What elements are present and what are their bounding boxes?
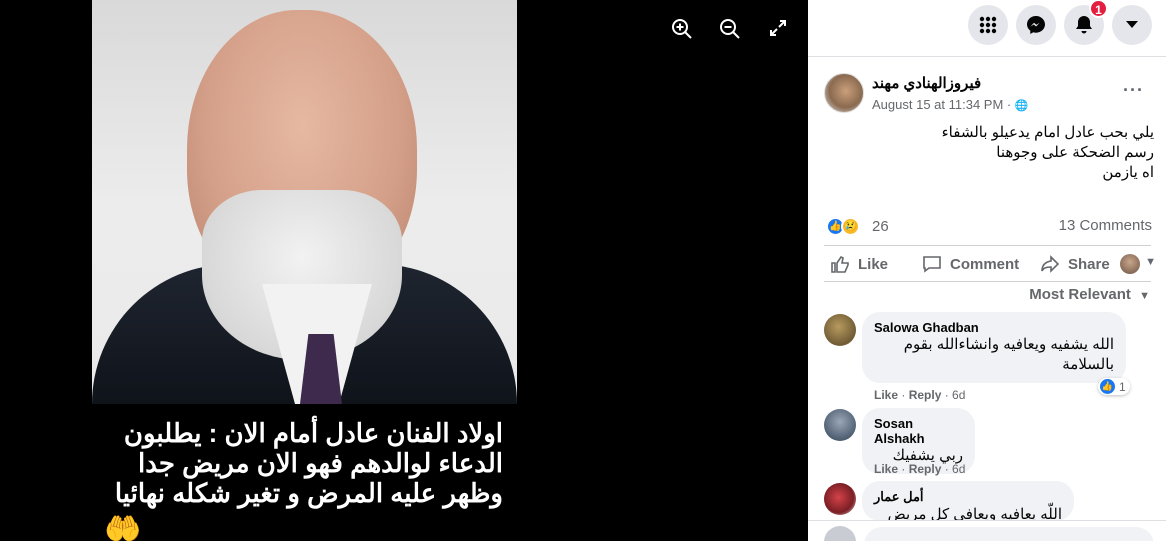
commenter-avatar[interactable] — [824, 409, 856, 441]
bell-icon — [1076, 16, 1092, 34]
comment-actions: Like · Reply · 6d — [874, 388, 966, 402]
commenter-name[interactable]: Salowa Ghadban — [874, 320, 1114, 335]
messenger-button[interactable] — [1016, 5, 1056, 45]
post-actions: Like Comment Share — [824, 248, 1164, 280]
post-text-line: اه يازمن — [1102, 164, 1154, 181]
account-button[interactable] — [1112, 5, 1152, 45]
menu-button[interactable] — [968, 5, 1008, 45]
viewer-avatar[interactable] — [1120, 254, 1140, 274]
sort-label: Most Relevant — [1029, 286, 1131, 303]
post-text-line: رسم الضحكة على وجوهنا — [996, 144, 1154, 161]
comment-reply-button[interactable]: Reply — [909, 388, 942, 402]
divider — [824, 245, 1151, 246]
like-reaction-icon: 👍 — [1100, 379, 1115, 394]
more-options-button[interactable]: ··· — [1123, 80, 1144, 101]
comment-bubble: Salowa Ghadban الله يشفيه ويعافيه وانشاء… — [862, 312, 1126, 383]
photo-caption: اولاد الفنان عادل أمام الان : يطلبون الد… — [103, 418, 503, 508]
sad-reaction-icon: 😢 — [841, 216, 860, 236]
globe-icon: 🌐 — [1014, 100, 1029, 112]
zoom-in-icon[interactable] — [669, 18, 695, 44]
comment-reactions[interactable]: 👍 1 — [1098, 378, 1130, 395]
comment-label: Comment — [950, 255, 1020, 273]
post-text: يلي بحب عادل امام يدعيلو بالشفاء رسم الض… — [834, 123, 1154, 183]
fullscreen-icon[interactable] — [765, 18, 791, 44]
comment-text-line: بالسلامة — [1062, 356, 1114, 373]
commenter-avatar[interactable] — [824, 483, 856, 515]
author-name[interactable]: فيروزالهنادي مهند — [872, 74, 981, 92]
notification-badge: 1 — [1089, 0, 1108, 18]
share-label: Share — [1068, 255, 1110, 273]
photo-viewer: اولاد الفنان عادل أمام الان : يطلبون الد… — [0, 0, 808, 541]
share-icon — [1041, 255, 1060, 273]
comment-text-line: الله يشفيه ويعافيه وانشاءالله بقوم — [903, 336, 1114, 353]
reactions-summary[interactable]: 👍 😢 26 — [826, 215, 889, 237]
comment-like-button[interactable]: Like — [874, 388, 898, 402]
praying-hands-icon: 🤲 — [104, 513, 142, 541]
notifications-button[interactable]: 1 — [1064, 0, 1108, 45]
comment-sort-dropdown[interactable]: Most Relevant ▼ — [1029, 286, 1150, 303]
post-photo[interactable] — [92, 0, 517, 404]
thumbs-up-icon — [831, 255, 849, 273]
post-meta: August 15 at 11:34 PM · 🌐 — [872, 97, 1029, 112]
comment-reply-button[interactable]: Reply — [909, 462, 942, 476]
comment-icon — [923, 256, 941, 273]
write-comment-bar — [808, 520, 1166, 541]
post-panel: 1 فيروزالهنادي مهند August 15 at 11:34 P… — [808, 0, 1166, 541]
commenter-avatar[interactable] — [824, 314, 856, 346]
caption-line: اولاد الفنان عادل أمام الان : يطلبون — [123, 418, 503, 448]
divider — [824, 281, 1151, 282]
comment-text-line: اللّه يعافيه ويعافي كل مريض — [887, 506, 1062, 521]
caret-down-icon: ▼ — [1139, 290, 1150, 302]
author-avatar[interactable] — [824, 73, 864, 113]
commenter-name[interactable]: أمل عمار — [874, 489, 1062, 505]
comment-time[interactable]: 6d — [952, 462, 965, 476]
caret-down-icon[interactable]: ▼ — [1145, 256, 1156, 268]
comment-button[interactable]: Comment — [922, 248, 1019, 280]
comment-reaction-count: 1 — [1119, 379, 1126, 394]
menu-grid-icon — [979, 16, 997, 34]
like-label: Like — [858, 255, 889, 273]
caption-line: وظهر عليه المرض و تغير شكله نهائيا — [114, 478, 503, 508]
like-button[interactable]: Like — [830, 248, 888, 280]
comment-time[interactable]: 6d — [952, 388, 965, 402]
commenter-name[interactable]: Sosan Alshakh — [874, 416, 963, 446]
self-avatar — [824, 526, 856, 541]
comment-input[interactable] — [864, 527, 1154, 541]
messenger-icon — [1027, 16, 1045, 34]
comment-actions: Like · Reply · 6d — [874, 462, 966, 476]
caption-line: الدعاء لوالدهم فهو الان مريض جدا — [137, 448, 503, 478]
chevron-down-icon — [1126, 21, 1138, 28]
top-bar: 1 — [808, 0, 1166, 57]
comments-count[interactable]: 13 Comments — [1059, 217, 1152, 234]
zoom-out-icon[interactable] — [717, 18, 743, 44]
comment-like-button[interactable]: Like — [874, 462, 898, 476]
share-button[interactable]: Share — [1040, 248, 1110, 280]
post-text-line: يلي بحب عادل امام يدعيلو بالشفاء — [941, 124, 1154, 141]
reaction-count: 26 — [872, 217, 889, 235]
post-timestamp[interactable]: August 15 at 11:34 PM · — [872, 97, 1015, 112]
comment-bubble: أمل عمار اللّه يعافيه ويعافي كل مريض — [862, 481, 1074, 521]
